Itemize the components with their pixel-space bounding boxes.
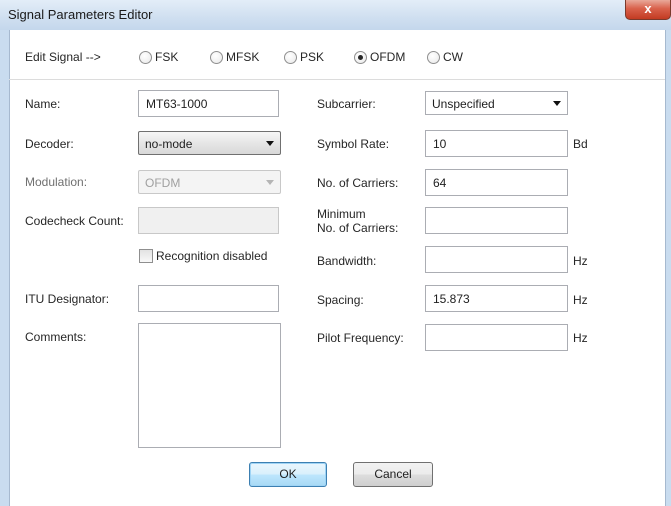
radio-circle-icon: [210, 51, 223, 64]
close-button[interactable]: x: [625, 0, 671, 20]
radio-dot-icon: [358, 55, 363, 60]
signal-parameters-window: Signal Parameters Editor x Edit Signal -…: [0, 0, 671, 506]
window-title: Signal Parameters Editor: [8, 7, 153, 22]
modulation-label: Modulation:: [25, 175, 88, 189]
chevron-down-icon: [553, 101, 561, 106]
radio-psk-label: PSK: [300, 50, 325, 64]
comments-label: Comments:: [25, 330, 87, 344]
radio-circle-icon: [427, 51, 440, 64]
decoder-label: Decoder:: [25, 137, 74, 151]
recognition-disabled-label: Recognition disabled: [156, 249, 268, 263]
modulation-select-value: OFDM: [145, 176, 181, 190]
subcarrier-select[interactable]: Unspecified: [425, 91, 568, 115]
radio-fsk-label: FSK: [155, 50, 179, 64]
edit-signal-label: Edit Signal -->: [25, 50, 101, 64]
symbol-rate-field[interactable]: 10: [425, 130, 568, 157]
spacing-label: Spacing:: [317, 293, 364, 307]
comments-textarea[interactable]: [138, 323, 281, 448]
decoder-select[interactable]: no-mode: [138, 131, 281, 155]
radio-circle-icon: [354, 51, 367, 64]
pilot-frequency-unit: Hz: [573, 331, 588, 345]
radio-mfsk-label: MFSK: [226, 50, 260, 64]
radio-circle-icon: [284, 51, 297, 64]
symbol-rate-unit: Bd: [573, 137, 588, 151]
pilot-frequency-label: Pilot Frequency:: [317, 331, 404, 345]
itu-designator-field[interactable]: [138, 285, 279, 312]
bandwidth-field[interactable]: [425, 246, 568, 273]
decoder-select-value: no-mode: [145, 137, 193, 151]
carriers-field[interactable]: 64: [425, 169, 568, 196]
close-icon: x: [644, 1, 652, 16]
bandwidth-label: Bandwidth:: [317, 254, 377, 268]
min-carriers-field[interactable]: [425, 207, 568, 234]
spacing-unit: Hz: [573, 293, 588, 307]
cancel-button[interactable]: Cancel: [353, 462, 433, 487]
radio-ofdm-label: OFDM: [370, 50, 406, 64]
carriers-label: No. of Carriers:: [317, 176, 399, 190]
radio-circle-icon: [139, 51, 152, 64]
codecheck-count-label: Codecheck Count:: [25, 214, 124, 228]
min-carriers-label-line1: Minimum: [317, 207, 366, 221]
symbol-rate-label: Symbol Rate:: [317, 137, 390, 151]
title-bar[interactable]: Signal Parameters Editor x: [0, 0, 671, 30]
spacing-field[interactable]: 15.873: [425, 285, 568, 312]
pilot-frequency-field[interactable]: [425, 324, 568, 351]
bandwidth-unit: Hz: [573, 254, 588, 268]
itu-designator-label: ITU Designator:: [25, 292, 110, 306]
ok-button[interactable]: OK: [249, 462, 327, 487]
radio-cw-label: CW: [443, 50, 463, 64]
divider: [9, 79, 665, 80]
modulation-select: OFDM: [138, 170, 281, 194]
subcarrier-select-value: Unspecified: [432, 97, 495, 111]
name-label: Name:: [25, 97, 61, 111]
name-field[interactable]: MT63-1000: [138, 90, 279, 117]
subcarrier-label: Subcarrier:: [317, 97, 376, 111]
chevron-down-icon: [266, 180, 274, 185]
min-carriers-label-line2: No. of Carriers:: [317, 221, 399, 235]
chevron-down-icon: [266, 141, 274, 146]
codecheck-count-field: [138, 207, 279, 234]
checkbox-icon: [139, 249, 153, 263]
